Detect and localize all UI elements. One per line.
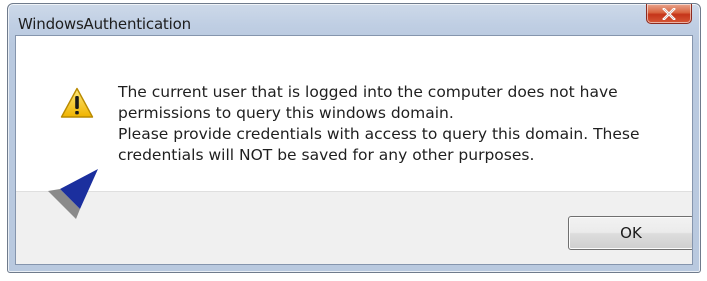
warning-icon: [60, 87, 94, 118]
message-line: permissions to query this windows domain…: [118, 104, 454, 122]
message-area: The current user that is logged into the…: [16, 36, 692, 191]
dialog-body: The current user that is logged into the…: [15, 35, 693, 265]
dialog-window: WindowsAuthentication The current user t…: [7, 3, 701, 273]
message-text: The current user that is logged into the…: [118, 82, 678, 166]
close-icon: [662, 7, 676, 20]
message-line: The current user that is logged into the…: [118, 83, 618, 101]
logo-icon: [48, 169, 98, 219]
ok-button[interactable]: OK: [568, 216, 692, 250]
message-line: credentials will NOT be saved for any ot…: [118, 146, 535, 164]
message-line: Please provide credentials with access t…: [118, 125, 640, 143]
window-title: WindowsAuthentication: [18, 15, 191, 33]
close-button[interactable]: [646, 4, 692, 24]
button-bar: OK: [16, 191, 692, 264]
